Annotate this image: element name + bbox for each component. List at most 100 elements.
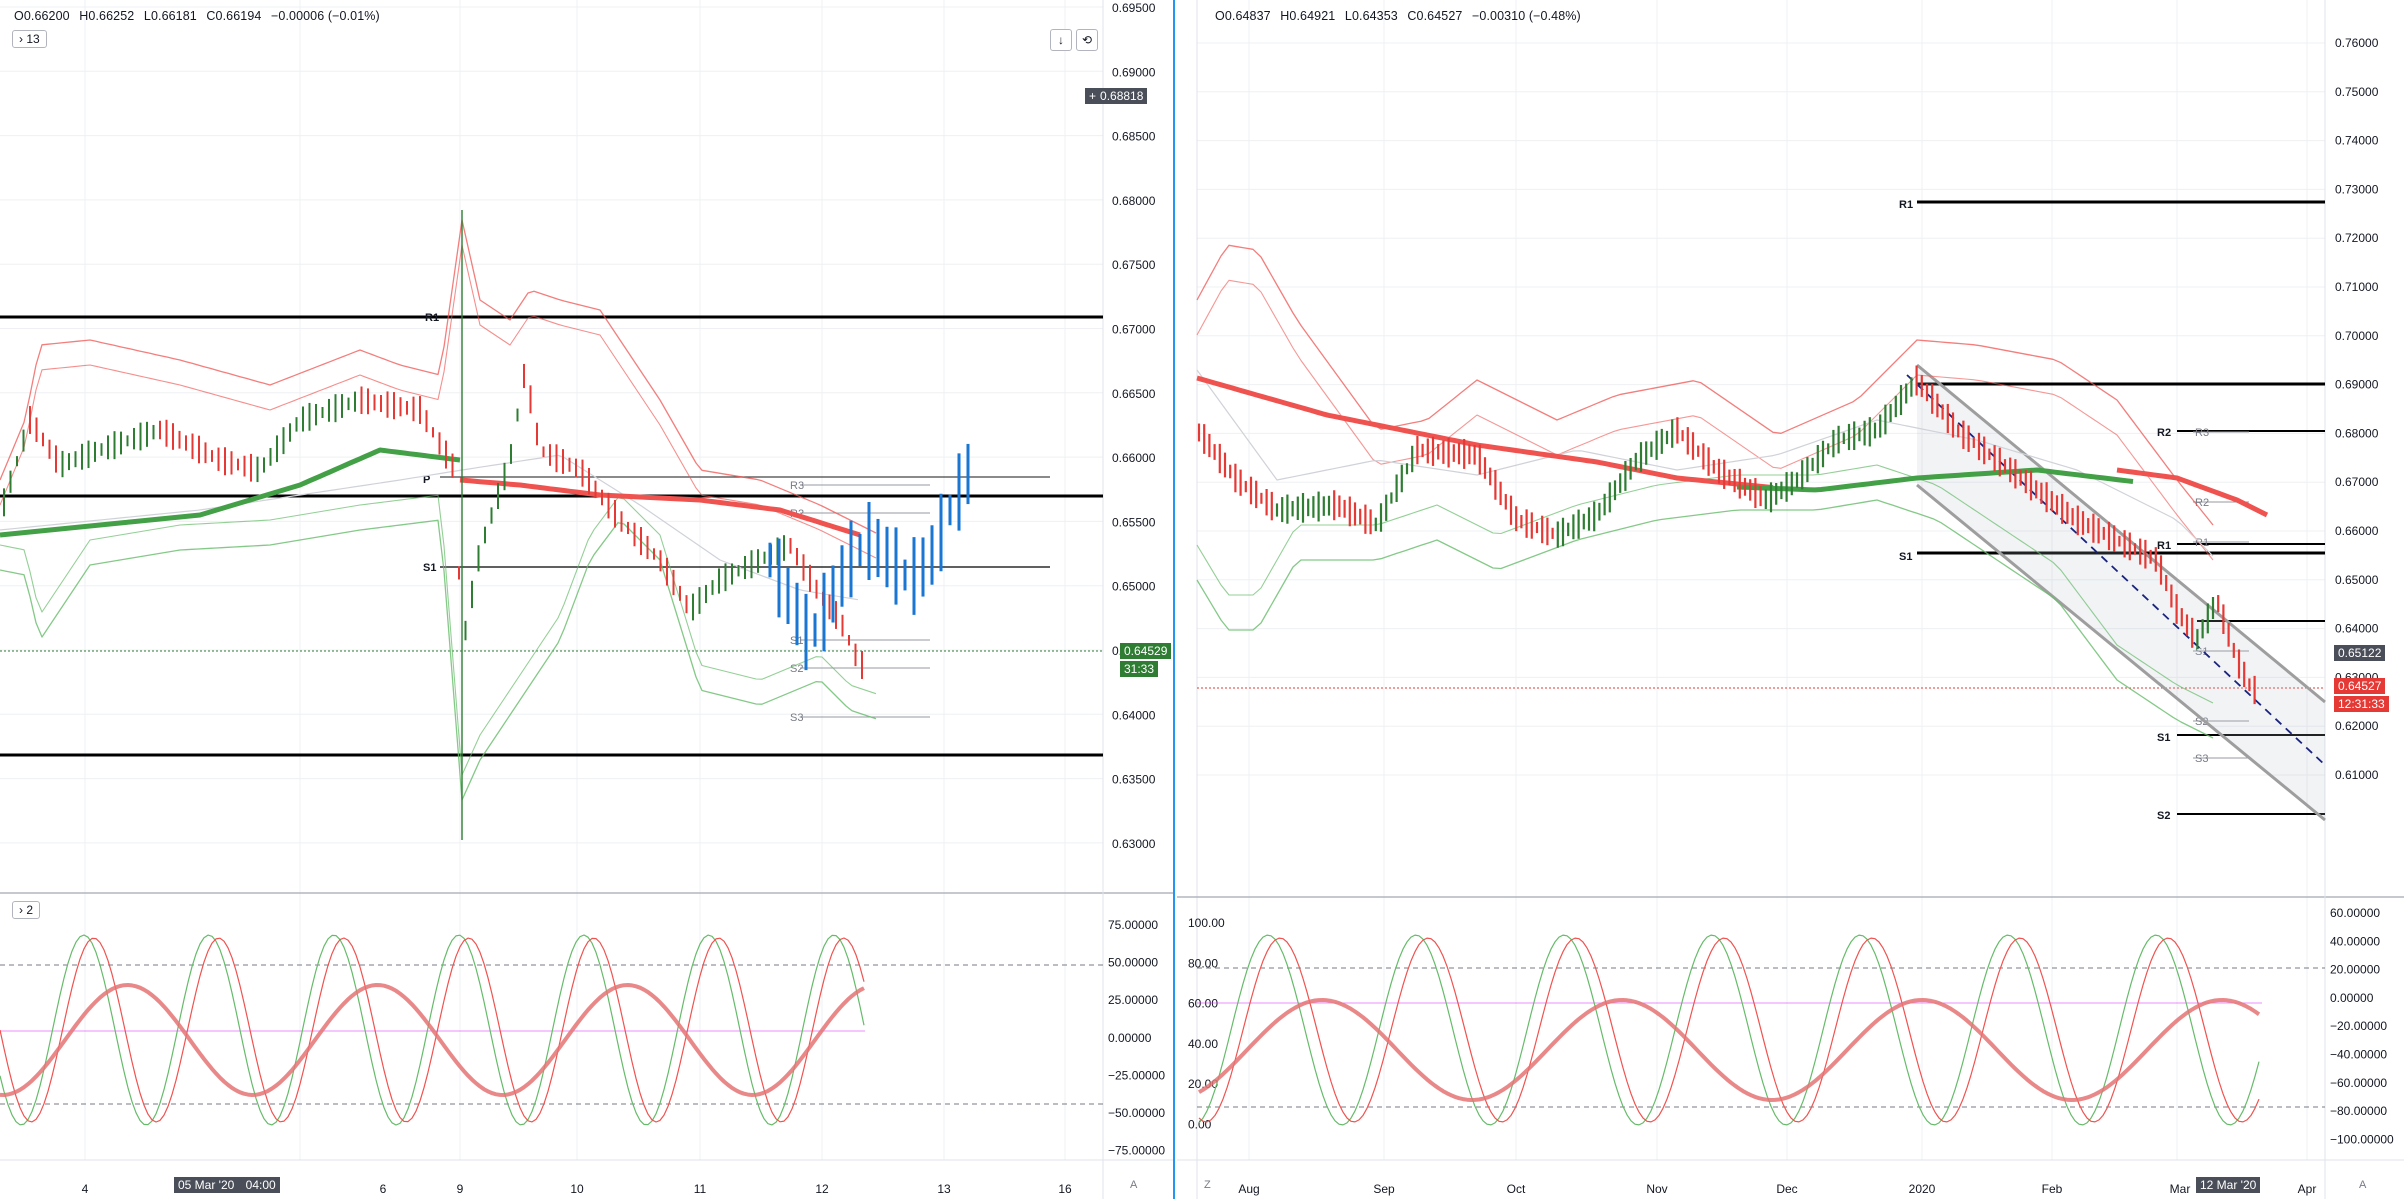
left-indicators-count: 13 <box>26 32 40 46</box>
left-lower-envelope-inner <box>0 494 877 776</box>
right-pivot-r1b-label: R1 <box>2157 540 2171 552</box>
right-minor-pivot-label: R1 <box>2195 537 2209 549</box>
left-time-tick: 10 <box>570 1182 584 1196</box>
left-chart-canvas[interactable]: 0.69500 0.69000 0.68500 0.68000 0.67500 0.670… <box>0 0 1175 1199</box>
left-countdown-badge: 31:33 <box>1120 661 1159 677</box>
right-price-tick: 0.64000 <box>2335 622 2379 636</box>
right-low-value: L0.64353 <box>1344 9 1398 23</box>
right-osc-right-tick: −40.00000 <box>2330 1048 2387 1062</box>
left-time-tick: 9 <box>457 1182 464 1196</box>
right-minor-pivot-label: R3 <box>2195 427 2209 439</box>
left-time-tick: 13 <box>937 1182 951 1196</box>
right-pivot-s1b-label: S1 <box>2157 732 2170 744</box>
right-time-tick: Mar <box>2170 1182 2191 1196</box>
left-time-tick: 12 <box>815 1182 829 1196</box>
right-price-tick: 0.66000 <box>2335 524 2379 538</box>
left-close-value: C0.66194 <box>206 9 262 23</box>
right-time-tick: Dec <box>1776 1182 1797 1196</box>
left-price-tick: 0.63000 <box>1112 837 1156 851</box>
right-crosshair-price-label: 0.65122 <box>2334 645 2386 661</box>
right-ohlc-legend: O0.64837 H0.64921 L0.64353 C0.64527 −0.0… <box>1215 9 1587 23</box>
right-minor-pivot-label: R2 <box>2195 497 2209 509</box>
left-cursor-date: 05 Mar '20 <box>178 1178 235 1192</box>
left-time-tick: 4 <box>82 1182 89 1196</box>
chevron-right-icon: › <box>19 32 23 46</box>
right-price-tick: 0.68000 <box>2335 426 2379 440</box>
right-time-tick: Oct <box>1507 1182 1526 1196</box>
right-osc-right-tick: −100.00000 <box>2330 1132 2394 1146</box>
right-change-value: −0.00310 (−0.48%) <box>1472 9 1581 23</box>
right-chart-canvas[interactable]: 0.76000 0.75000 0.74000 0.73000 0.72000 0.710… <box>1177 0 2404 1199</box>
left-crosshair-price-label: +0.68818 <box>1085 88 1148 104</box>
scroll-to-latest-button[interactable]: ↓ <box>1050 29 1072 51</box>
plus-icon: + <box>1089 89 1097 103</box>
left-minor-pivot-label: R3 <box>790 480 804 492</box>
right-time-tick: Sep <box>1373 1182 1395 1196</box>
right-close-value: C0.64527 <box>1407 9 1463 23</box>
left-pivot-r1-label: R1 <box>425 312 439 324</box>
left-chart-pane[interactable]: 0.69500 0.69000 0.68500 0.68000 0.67500 0.670… <box>0 0 1175 1199</box>
left-crosshair-price: 0.68818 <box>1100 89 1144 103</box>
right-price-tick: 0.70000 <box>2335 329 2379 343</box>
right-pivot-r2-label: R2 <box>2157 427 2171 439</box>
left-price-tick: 0.63500 <box>1112 773 1156 787</box>
left-oscillator-count: 2 <box>26 903 34 917</box>
right-osc-left-tick: 40.00 <box>1188 1037 1218 1051</box>
right-price-tick: 0.62000 <box>2335 719 2379 733</box>
left-price-tick: 0.68000 <box>1112 194 1156 208</box>
right-auto-scale-button[interactable]: A <box>2359 1179 2366 1191</box>
right-price-tick: 0.61000 <box>2335 768 2379 782</box>
left-time-tick: 16 <box>1058 1182 1072 1196</box>
right-price-tick: 0.72000 <box>2335 231 2379 245</box>
left-price-tick: 0.67000 <box>1112 323 1156 337</box>
right-countdown-badge: 12:31:33 <box>2334 696 2389 712</box>
right-price-tick: 0.73000 <box>2335 182 2379 196</box>
right-open-value: O0.64837 <box>1215 9 1271 23</box>
right-red-ma-tail <box>2116 467 2269 518</box>
left-osc-tick: 75.00000 <box>1108 918 1158 932</box>
left-change-value: −0.00006 (−0.01%) <box>271 9 380 23</box>
right-osc-left-tick: 60.00 <box>1188 997 1218 1011</box>
right-osc-right-tick: −80.00000 <box>2330 1104 2387 1118</box>
left-minor-pivot-label: S3 <box>790 712 803 724</box>
left-indicators-toggle[interactable]: › 13 <box>12 30 47 48</box>
left-oscillator-toggle[interactable]: › 2 <box>12 901 41 919</box>
left-price-tick: 0.69000 <box>1112 65 1156 79</box>
right-time-tick: Apr <box>2298 1182 2317 1196</box>
right-osc-left-tick: 0.00 <box>1188 1118 1212 1132</box>
left-price-tick: 0.69500 <box>1112 1 1156 15</box>
left-upper-envelope <box>0 219 877 534</box>
left-price-tick: 0.67500 <box>1112 258 1156 272</box>
left-price-tick: 0.65000 <box>1112 580 1156 594</box>
zoom-toggle-button[interactable]: Z <box>1204 1179 1211 1191</box>
left-price-tick: 0.66000 <box>1112 451 1156 465</box>
right-high-value: H0.64921 <box>1280 9 1336 23</box>
right-chart-pane[interactable]: 0.76000 0.75000 0.74000 0.73000 0.72000 0.710… <box>1177 0 2404 1199</box>
left-osc-tick: −50.00000 <box>1108 1106 1165 1120</box>
left-time-tick: 6 <box>380 1182 387 1196</box>
left-price-tick: 0.65500 <box>1112 515 1156 529</box>
right-price-tick: 0.67000 <box>2335 475 2379 489</box>
right-osc-left-tick: 100.00 <box>1188 916 1225 930</box>
left-price-tick: 0.64000 <box>1112 708 1156 722</box>
left-osc-tick: −25.00000 <box>1108 1068 1165 1082</box>
left-osc-tick: −75.00000 <box>1108 1144 1165 1158</box>
reset-icon: ⟲ <box>1081 33 1093 47</box>
left-osc-tick: 50.00000 <box>1108 956 1158 970</box>
right-time-tick: Aug <box>1238 1182 1259 1196</box>
right-price-tick: 0.65000 <box>2335 573 2379 587</box>
right-osc-smooth <box>1197 998 2261 1102</box>
right-price-tick: 0.69000 <box>2335 378 2379 392</box>
left-auto-scale-button[interactable]: A <box>1130 1179 1137 1191</box>
left-osc-tick: 25.00000 <box>1108 993 1158 1007</box>
right-time-tick: 2020 <box>1909 1182 1936 1196</box>
reset-chart-button[interactable]: ⟲ <box>1076 29 1098 51</box>
right-osc-right-tick: −20.00000 <box>2330 1019 2387 1033</box>
left-cursor-time: 04:00 <box>245 1178 276 1192</box>
left-ohlc-legend: O0.66200 H0.66252 L0.66181 C0.66194 −0.0… <box>14 9 386 23</box>
right-price-tick: 0.75000 <box>2335 85 2379 99</box>
left-price-tick: 0.66500 <box>1112 387 1156 401</box>
left-last-price-badge: 0.64529 <box>1120 643 1172 659</box>
right-osc-right-tick: −60.00000 <box>2330 1076 2387 1090</box>
right-time-tick: Feb <box>2042 1182 2063 1196</box>
